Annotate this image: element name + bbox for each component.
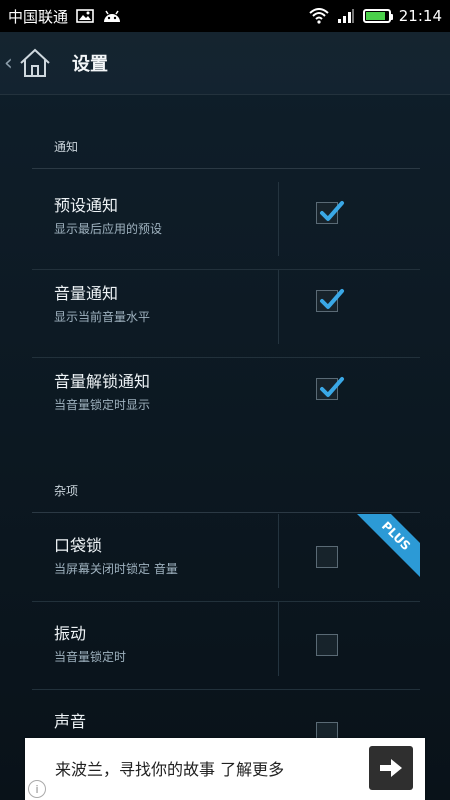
carrier-label: 中国联通	[8, 7, 69, 26]
vibrate-checkbox[interactable]	[316, 634, 338, 656]
clock: 21:14	[398, 7, 442, 25]
action-bar: ‹ 设置	[0, 32, 450, 95]
setting-summary: 当屏幕关闭时锁定 音量	[54, 562, 178, 576]
status-bar: 中国联通 21:14	[0, 0, 450, 32]
setting-title: 口袋锁	[54, 536, 103, 555]
android-icon	[102, 9, 122, 23]
setting-title: 预设通知	[54, 196, 119, 215]
image-icon	[76, 9, 94, 23]
ad-text: 来波兰，寻找你的故事 了解更多	[55, 760, 285, 779]
plus-badge-label: PLUS	[350, 514, 420, 584]
setting-pocket-lock[interactable]: 口袋锁 当屏幕关闭时锁定 音量 PLUS	[32, 514, 420, 602]
info-icon[interactable]: i	[28, 780, 46, 798]
setting-summary: 显示当前音量水平	[54, 310, 151, 324]
setting-title: 振动	[54, 624, 87, 643]
settings-list: 通知 预设通知 显示最后应用的预设 音量通知 显示当前音量水平 音量解锁通知 当…	[32, 94, 420, 744]
volume-unlock-notification-checkbox[interactable]	[316, 377, 344, 400]
arrow-right-icon	[380, 759, 402, 777]
setting-summary: 当音量锁定时	[54, 650, 127, 664]
row-divider	[278, 270, 279, 344]
home-up-button[interactable]: ‹	[4, 44, 54, 82]
setting-vibrate[interactable]: 振动 当音量锁定时	[32, 602, 420, 690]
section-divider	[32, 512, 420, 513]
setting-volume-notification[interactable]: 音量通知 显示当前音量水平	[32, 270, 420, 358]
ad-open-button[interactable]	[369, 746, 413, 790]
setting-title: 声音	[54, 712, 87, 731]
setting-volume-unlock-notification[interactable]: 音量解锁通知 当音量锁定时显示	[32, 358, 420, 446]
setting-preset-notification[interactable]: 预设通知 显示最后应用的预设	[32, 182, 420, 270]
setting-title: 音量通知	[54, 284, 119, 303]
pocket-lock-checkbox[interactable]	[316, 546, 338, 568]
page-title: 设置	[72, 54, 108, 75]
row-divider	[278, 514, 279, 588]
back-chevron-icon: ‹	[4, 50, 13, 76]
section-divider	[32, 168, 420, 169]
checkmark-icon	[320, 289, 344, 309]
ad-banner[interactable]: 来波兰，寻找你的故事 了解更多	[25, 738, 425, 800]
battery-icon	[362, 9, 393, 23]
home-icon	[20, 48, 50, 77]
setting-title: 音量解锁通知	[54, 372, 151, 391]
signal-icon	[337, 8, 355, 24]
row-divider	[278, 602, 279, 676]
row-divider	[278, 182, 279, 256]
checkmark-icon	[320, 201, 344, 221]
setting-summary: 显示最后应用的预设	[54, 222, 163, 236]
checkmark-icon	[320, 377, 344, 397]
volume-notification-checkbox[interactable]	[316, 289, 344, 312]
setting-summary: 当音量锁定时显示	[54, 398, 151, 412]
preset-notification-checkbox[interactable]	[316, 201, 344, 224]
section-header-misc: 杂项	[54, 484, 79, 498]
plus-badge: PLUS	[350, 514, 420, 584]
section-header-notifications: 通知	[54, 140, 79, 154]
wifi-icon	[309, 8, 329, 24]
